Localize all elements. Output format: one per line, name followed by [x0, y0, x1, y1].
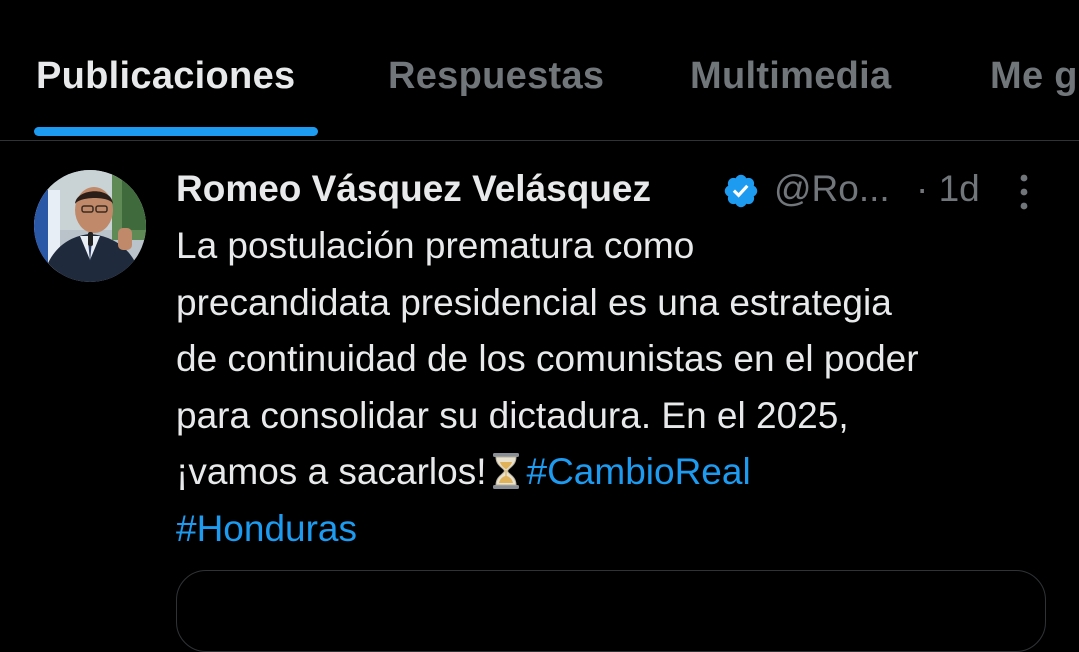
post-body: La postulación prematura como precandida… — [176, 218, 1056, 557]
post-text-line: precandidata presidencial es una estrate… — [176, 281, 892, 323]
verified-badge-icon[interactable] — [722, 172, 760, 210]
post-header: Romeo Vásquez Velásquez @Ro... · 1d — [176, 164, 1056, 214]
avatar-photo — [34, 170, 146, 282]
post-text-line: ¡vamos a sacarlos! — [176, 451, 487, 492]
tab-publicaciones[interactable]: Publicaciones — [36, 53, 295, 99]
tab-respuestas[interactable]: Respuestas — [388, 53, 604, 99]
more-options-icon[interactable] — [1006, 172, 1042, 212]
hourglass-icon — [492, 453, 519, 489]
tab-multimedia[interactable]: Multimedia — [690, 53, 891, 99]
author-name[interactable]: Romeo Vásquez Velásquez — [176, 167, 651, 211]
active-tab-indicator — [34, 127, 318, 136]
hashtag-link-honduras[interactable]: #Honduras — [176, 508, 357, 549]
post-text-line-last: ¡vamos a sacarlos! #CambioReal — [176, 444, 1056, 501]
post-text-line: para consolidar su dictadura. En el 2025… — [176, 394, 849, 436]
tabs-divider — [0, 140, 1079, 141]
post-text-line: de continuidad de los comunistas en el p… — [176, 338, 919, 379]
tab-me-gusta[interactable]: Me g — [990, 53, 1078, 99]
link-card-preview[interactable] — [176, 570, 1046, 652]
author-handle[interactable]: @Ro... — [774, 167, 890, 211]
profile-tabs: Publicaciones Respuestas Multimedia Me g — [0, 0, 1079, 140]
author-avatar[interactable] — [34, 170, 146, 282]
hashtag-link-cambioreal[interactable]: #CambioReal — [527, 451, 751, 492]
post-text-line-hashtags: #Honduras — [176, 501, 1056, 558]
post-text-line: La postulación prematura como — [176, 225, 695, 266]
post-timestamp[interactable]: · 1d — [916, 167, 980, 211]
